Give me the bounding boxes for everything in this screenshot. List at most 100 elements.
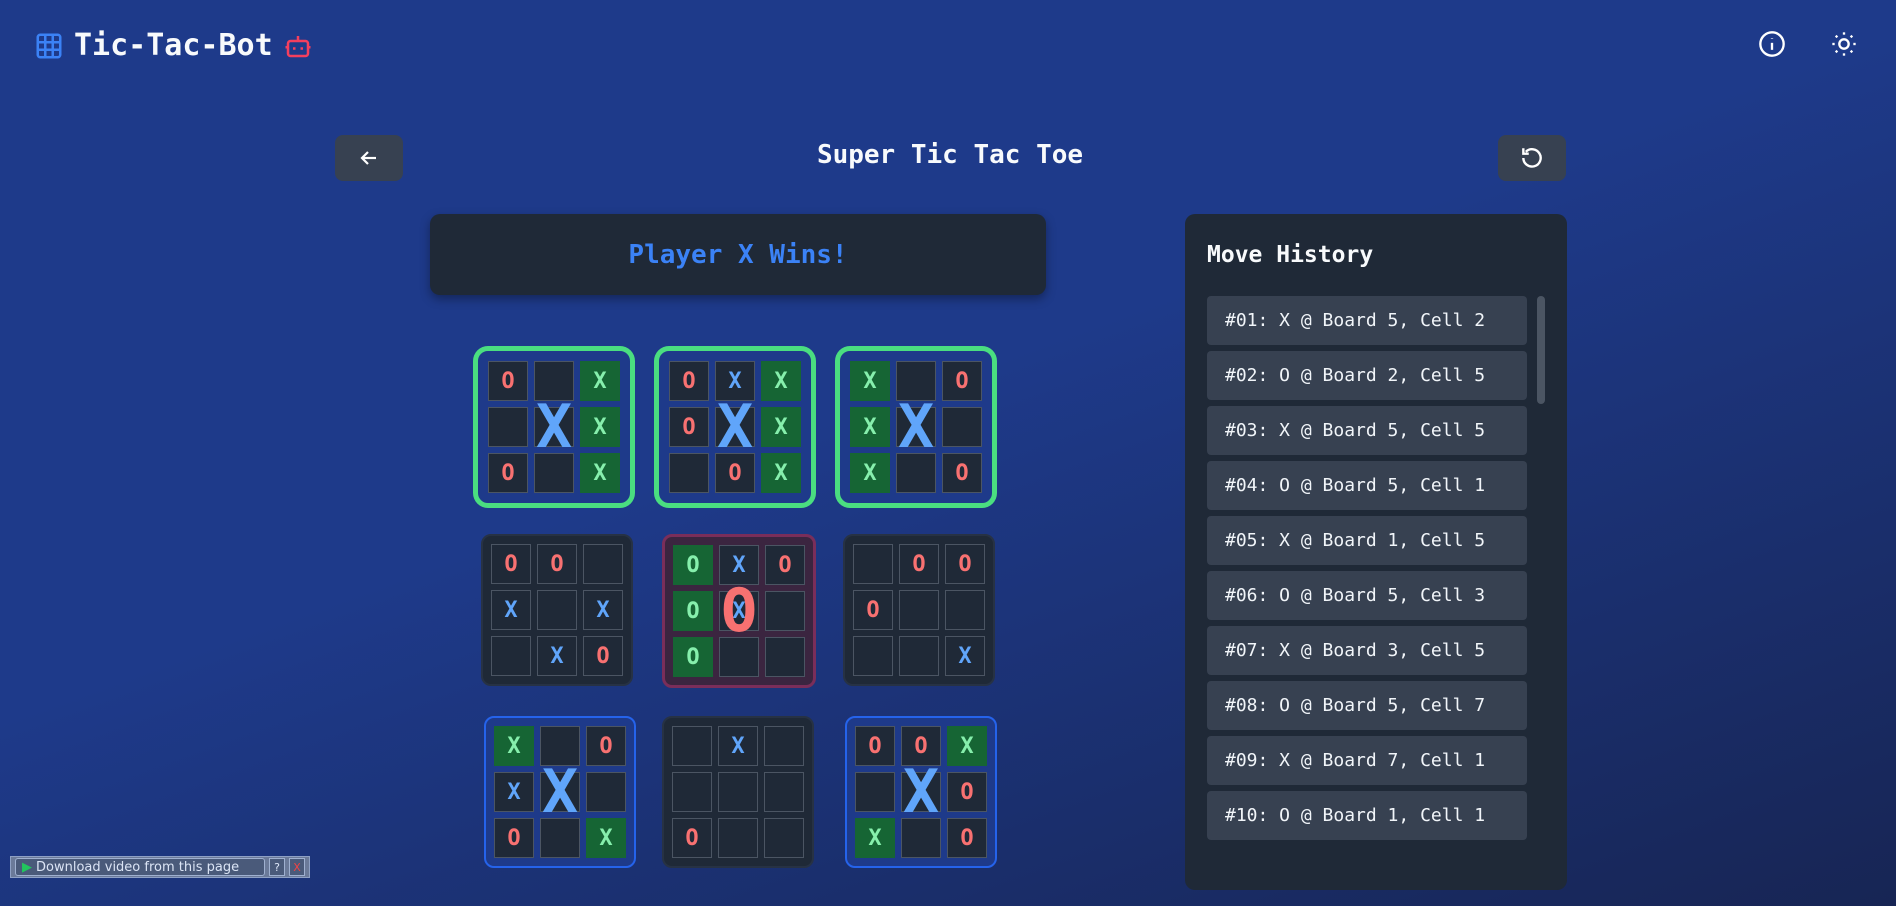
board-2-cell-4[interactable]: O (669, 407, 709, 447)
board-4-cell-7[interactable] (491, 636, 531, 676)
board-1-cell-7[interactable]: O (488, 453, 528, 493)
board-4-cell-2[interactable]: O (537, 544, 577, 584)
back-button[interactable] (335, 135, 403, 181)
board-9-cell-3[interactable]: X (947, 726, 987, 766)
board-8-cell-5[interactable] (718, 772, 758, 812)
board-3-cell-3[interactable]: O (942, 361, 982, 401)
board-3-cell-6[interactable] (942, 407, 982, 447)
board-8-cell-6[interactable] (764, 772, 804, 812)
board-7-cell-8[interactable] (540, 818, 580, 858)
board-4-cell-9[interactable]: O (583, 636, 623, 676)
board-2-cell-8[interactable]: O (715, 453, 755, 493)
board-7-cell-3[interactable]: O (586, 726, 626, 766)
history-item[interactable]: #10: O @ Board 1, Cell 1 (1207, 791, 1527, 840)
board-4-cell-5[interactable] (537, 590, 577, 630)
close-button[interactable]: X (289, 858, 305, 876)
board-3-cell-4[interactable]: X (850, 407, 890, 447)
board-9-cell-9[interactable]: O (947, 818, 987, 858)
board-1-cell-8[interactable] (534, 453, 574, 493)
history-item[interactable]: #07: X @ Board 3, Cell 5 (1207, 626, 1527, 675)
board-8-cell-2[interactable]: X (718, 726, 758, 766)
board-2-cell-6[interactable]: X (761, 407, 801, 447)
board-1-cell-3[interactable]: X (580, 361, 620, 401)
history-item[interactable]: #01: X @ Board 5, Cell 2 (1207, 296, 1527, 345)
board-6-cell-9[interactable]: X (945, 636, 985, 676)
board-7-cell-4[interactable]: X (494, 772, 534, 812)
board-6-cell-5[interactable] (899, 590, 939, 630)
board-3-cell-1[interactable]: X (850, 361, 890, 401)
board-4-cell-6[interactable]: X (583, 590, 623, 630)
history-item[interactable]: #06: O @ Board 5, Cell 3 (1207, 571, 1527, 620)
theme-toggle-button[interactable] (1824, 24, 1864, 64)
board-2-cell-3[interactable]: X (761, 361, 801, 401)
board-1-cell-2[interactable] (534, 361, 574, 401)
board-2-cell-1[interactable]: O (669, 361, 709, 401)
board-5-cell-5[interactable]: X (719, 591, 759, 631)
board-5-cell-6[interactable] (765, 591, 805, 631)
board-7-cell-9[interactable]: X (586, 818, 626, 858)
help-button[interactable]: ? (269, 858, 285, 876)
board-7-cell-2[interactable] (540, 726, 580, 766)
board-4-cell-1[interactable]: O (491, 544, 531, 584)
board-1-cell-9[interactable]: X (580, 453, 620, 493)
board-8-cell-9[interactable] (764, 818, 804, 858)
board-5-cell-4[interactable]: O (673, 591, 713, 631)
board-5-cell-8[interactable] (719, 637, 759, 677)
board-5-cell-9[interactable] (765, 637, 805, 677)
board-9-cell-6[interactable]: O (947, 772, 987, 812)
board-6-cell-6[interactable] (945, 590, 985, 630)
board-1-cell-4[interactable] (488, 407, 528, 447)
board-9-cell-1[interactable]: O (855, 726, 895, 766)
history-item[interactable]: #04: O @ Board 5, Cell 1 (1207, 461, 1527, 510)
info-button[interactable] (1752, 24, 1792, 64)
board-9-cell-7[interactable]: X (855, 818, 895, 858)
board-8-cell-4[interactable] (672, 772, 712, 812)
board-7-cell-7[interactable]: O (494, 818, 534, 858)
board-3-cell-9[interactable]: O (942, 453, 982, 493)
board-6-cell-2[interactable]: O (899, 544, 939, 584)
board-9-cell-4[interactable] (855, 772, 895, 812)
board-8-cell-7[interactable]: O (672, 818, 712, 858)
board-3-cell-2[interactable] (896, 361, 936, 401)
board-2-cell-7[interactable] (669, 453, 709, 493)
history-item[interactable]: #03: X @ Board 5, Cell 5 (1207, 406, 1527, 455)
board-4-cell-4[interactable]: X (491, 590, 531, 630)
history-scrollbar[interactable] (1537, 296, 1545, 856)
board-6-cell-4[interactable]: O (853, 590, 893, 630)
history-list[interactable]: #01: X @ Board 5, Cell 2 #02: O @ Board 2… (1207, 296, 1527, 856)
board-2-cell-5[interactable] (715, 407, 755, 447)
board-6-cell-3[interactable]: O (945, 544, 985, 584)
restart-button[interactable] (1498, 135, 1566, 181)
board-6-cell-7[interactable] (853, 636, 893, 676)
board-3-cell-7[interactable]: X (850, 453, 890, 493)
download-video-button[interactable]: ▶ Download video from this page (15, 858, 265, 876)
board-9-cell-8[interactable] (901, 818, 941, 858)
board-8-cell-8[interactable] (718, 818, 758, 858)
board-1-cell-1[interactable]: O (488, 361, 528, 401)
board-4-cell-3[interactable] (583, 544, 623, 584)
board-7-cell-1[interactable]: X (494, 726, 534, 766)
board-8-cell-1[interactable] (672, 726, 712, 766)
board-5-cell-2[interactable]: X (719, 545, 759, 585)
board-2-cell-2[interactable]: X (715, 361, 755, 401)
board-6-cell-1[interactable] (853, 544, 893, 584)
board-5-cell-1[interactable]: O (673, 545, 713, 585)
board-9-cell-5[interactable] (901, 772, 941, 812)
scrollbar-thumb[interactable] (1537, 296, 1545, 404)
board-5-cell-7[interactable]: O (673, 637, 713, 677)
board-4-cell-8[interactable]: X (537, 636, 577, 676)
board-7-cell-6[interactable] (586, 772, 626, 812)
board-3-cell-8[interactable] (896, 453, 936, 493)
board-1-cell-6[interactable]: X (580, 407, 620, 447)
history-item[interactable]: #09: X @ Board 7, Cell 1 (1207, 736, 1527, 785)
history-item[interactable]: #08: O @ Board 5, Cell 7 (1207, 681, 1527, 730)
board-6-cell-8[interactable] (899, 636, 939, 676)
board-2-cell-9[interactable]: X (761, 453, 801, 493)
board-3-cell-5[interactable] (896, 407, 936, 447)
board-1-cell-5[interactable] (534, 407, 574, 447)
board-7-cell-5[interactable] (540, 772, 580, 812)
board-5-cell-3[interactable]: O (765, 545, 805, 585)
board-8-cell-3[interactable] (764, 726, 804, 766)
app-logo[interactable]: Tic-Tac-Bot (34, 28, 313, 63)
history-item[interactable]: #02: O @ Board 2, Cell 5 (1207, 351, 1527, 400)
